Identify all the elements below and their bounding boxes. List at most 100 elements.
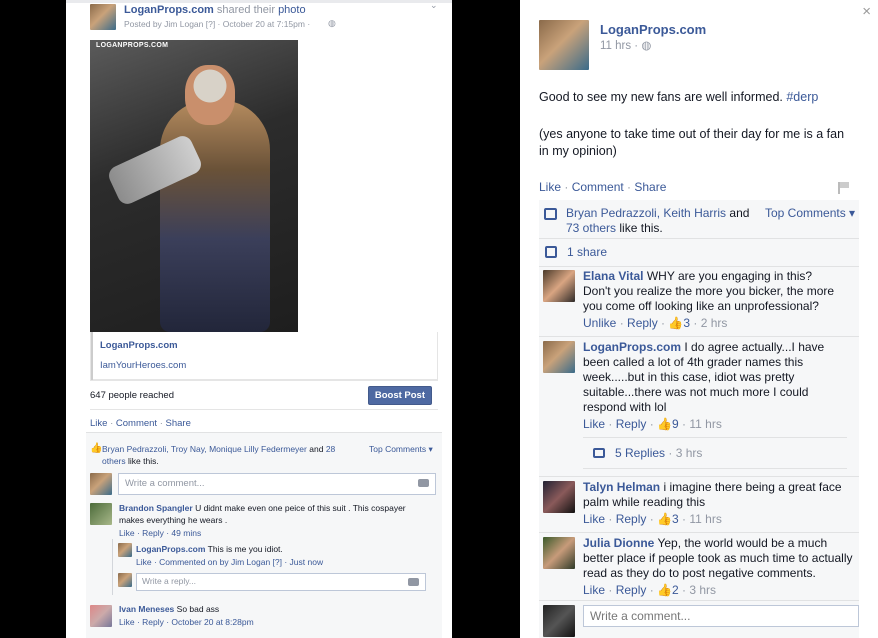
reach-bar: 647 people reached Boost Post — [90, 380, 438, 410]
like-link[interactable]: Like — [583, 512, 605, 526]
separator — [539, 238, 859, 239]
replies-time: 3 hrs — [675, 446, 703, 460]
comment-like-icon[interactable]: 👍 — [657, 512, 672, 526]
separator — [539, 266, 859, 267]
close-icon[interactable]: × — [862, 3, 871, 20]
camera-icon[interactable] — [418, 479, 429, 487]
replies-link[interactable]: 5 Replies — [615, 446, 665, 460]
comment-like-icon[interactable]: 👍 — [657, 417, 672, 431]
reply-icon — [593, 448, 605, 458]
globe-icon: ◍ — [641, 40, 652, 52]
commenter-avatar[interactable] — [543, 481, 575, 513]
write-comment-input[interactable]: Write a comment... — [118, 473, 436, 495]
comment-action[interactable]: Comment — [572, 180, 624, 194]
comment-text: respond with lol — [583, 400, 667, 414]
reply-meta[interactable]: Like · Commented on by Jim Logan [?] · J… — [136, 556, 323, 568]
chevron-down-icon[interactable]: ⌄ — [430, 0, 438, 11]
comment-time[interactable]: 2 hrs — [701, 316, 728, 330]
comment-author[interactable]: LoganProps.com — [583, 340, 681, 354]
comment-like-count[interactable]: 9 — [672, 417, 679, 431]
reply-camera-icon[interactable] — [408, 578, 419, 586]
share-action[interactable]: Share — [634, 180, 666, 194]
comment-text: WHY are you engaging in this? — [646, 269, 813, 283]
link-title[interactable]: LoganProps.com — [100, 340, 178, 352]
page-name[interactable]: LoganProps.com — [600, 22, 706, 37]
reply-link[interactable]: Reply — [616, 583, 647, 597]
likers-others-label[interactable]: others — [102, 456, 126, 466]
comment-text: Don't you realize the more you bicker, t… — [583, 284, 835, 298]
comment-text: U didnt make even one peice of this suit… — [195, 503, 406, 513]
comment-like-count[interactable]: 3 — [672, 512, 679, 526]
right-post-panel: × LoganProps.com 11 hrs · ◍ Good to see … — [520, 0, 878, 638]
link-url[interactable]: IamYourHeroes.com — [100, 360, 186, 372]
like-link[interactable]: Like — [583, 583, 605, 597]
comment-time[interactable]: 3 hrs — [689, 583, 716, 597]
comment-text: suitable...there was not much more I cou… — [583, 385, 809, 399]
commenter-avatar[interactable] — [543, 341, 575, 373]
likers-suffix: like this. — [619, 221, 663, 235]
page-name-link[interactable]: LoganProps.com — [124, 4, 214, 16]
likers-names[interactable]: Bryan Pedrazzoli, Troy Nay, Monique Lill… — [102, 444, 307, 454]
posted-by-line: Posted by Jim Logan [?] · October 20 at … — [124, 19, 311, 29]
reply-author[interactable]: LoganProps.com — [136, 544, 205, 554]
commenter-avatar[interactable] — [543, 537, 575, 569]
share-count[interactable]: 1 share — [567, 245, 607, 260]
reply-text: This is me you idiot. — [207, 544, 283, 554]
like-action[interactable]: Like — [539, 180, 561, 194]
commenter-avatar-2[interactable] — [90, 605, 112, 627]
write-comment-footer: Write a comment... — [539, 600, 859, 638]
reply-thread-line — [112, 539, 113, 595]
comment-meta[interactable]: Like · Reply · 49 mins — [119, 527, 201, 539]
comment-text: week.....but in this case, idiot was pre… — [583, 370, 795, 384]
page-avatar[interactable] — [90, 4, 116, 30]
commenter-avatar[interactable] — [543, 270, 575, 302]
share-count-icon — [545, 246, 557, 258]
share-action[interactable]: Share — [166, 418, 191, 429]
flag-icon[interactable] — [838, 182, 849, 194]
likers-names[interactable]: Bryan Pedrazzoli, Keith Harris — [566, 206, 726, 220]
globe-icon: ◍ — [328, 18, 336, 28]
unlike-link[interactable]: Unlike — [583, 316, 616, 330]
comment-text: palm while reading this — [583, 495, 706, 509]
comment-time[interactable]: 11 hrs — [689, 512, 721, 526]
reply-link[interactable]: Reply — [627, 316, 658, 330]
page-avatar-large[interactable] — [539, 20, 589, 70]
comment-like-count[interactable]: 2 — [672, 583, 679, 597]
shared-link-box[interactable]: LoganProps.com IamYourHeroes.com — [90, 332, 438, 380]
post-body-line-2: (yes anyone to take time out of their da… — [539, 127, 845, 141]
reply-avatar[interactable] — [118, 543, 132, 557]
comment-like-icon[interactable]: 👍 — [657, 583, 672, 597]
write-comment-input[interactable]: Write a comment... — [583, 605, 859, 627]
comment-text: i imagine there being a great face — [663, 480, 842, 494]
comment-like-icon[interactable]: 👍 — [668, 316, 683, 330]
post-photo[interactable]: LOGANPROPS.COM — [90, 40, 298, 332]
likers-and: and — [729, 206, 750, 220]
comment-author[interactable]: Julia Dionne — [583, 536, 654, 550]
comment-time[interactable]: 11 hrs — [689, 417, 721, 431]
like-action[interactable]: Like — [90, 418, 107, 429]
comment-author[interactable]: Brandon Spangler — [119, 503, 193, 513]
comment-meta-2[interactable]: Like · Reply · October 20 at 8:28pm — [119, 616, 254, 628]
commenter-avatar[interactable] — [90, 503, 112, 525]
post-time[interactable]: 11 hrs · — [600, 40, 638, 52]
comment-text: been called a lot of 4th grader names th… — [583, 355, 804, 369]
separator — [539, 532, 859, 533]
top-comments-dropdown[interactable]: Top Comments ▾ — [765, 206, 855, 221]
likers-others[interactable]: 73 others — [566, 221, 616, 235]
view-replies-row[interactable]: 5 Replies · 3 hrs — [583, 437, 847, 469]
photo-link[interactable]: photo — [278, 4, 306, 16]
top-comments-dropdown[interactable]: Top Comments ▾ — [369, 443, 433, 455]
write-reply-input[interactable]: Write a reply... — [136, 573, 426, 591]
comment-author-2[interactable]: Ivan Meneses — [119, 604, 174, 614]
reply-link[interactable]: Reply — [616, 417, 647, 431]
likers-others-count[interactable]: 28 — [326, 444, 335, 454]
boost-post-button[interactable]: Boost Post — [367, 386, 432, 405]
figure-body — [160, 100, 270, 332]
hashtag-link[interactable]: #derp — [786, 90, 818, 104]
comment-author[interactable]: Elana Vital — [583, 269, 643, 283]
comment-action[interactable]: Comment — [116, 418, 157, 429]
reply-link[interactable]: Reply — [616, 512, 647, 526]
comment-text: better place if people took as much time… — [583, 551, 853, 565]
comment-author[interactable]: Talyn Helman — [583, 480, 660, 494]
like-link[interactable]: Like — [583, 417, 605, 431]
